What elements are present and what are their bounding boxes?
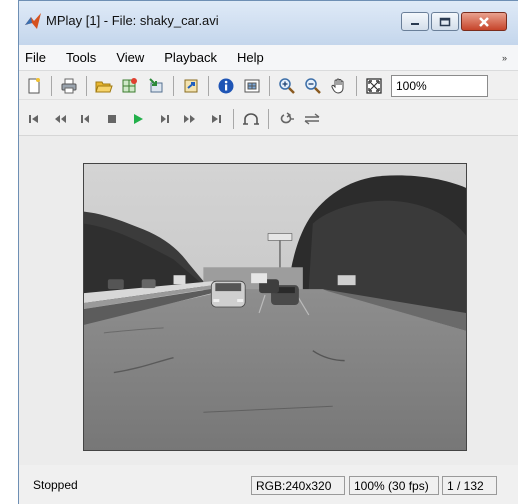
go-to-last-button[interactable] (205, 108, 227, 130)
menu-playback[interactable]: Playback (164, 50, 217, 65)
color-info-cell: RGB:240x320 (251, 476, 345, 495)
printer-icon (61, 78, 77, 93)
export-button[interactable] (180, 75, 202, 97)
last-frame-icon (212, 115, 221, 123)
status-bar: Stopped RGB:240x320 100% (30 fps) 1 / 13… (19, 473, 518, 497)
print-button[interactable] (58, 75, 80, 97)
go-to-first-button[interactable] (23, 108, 45, 130)
frame-rate-cell: 100% (30 fps) (349, 476, 439, 495)
toolbar-separator (268, 109, 269, 129)
connect-simulink-button[interactable] (119, 75, 141, 97)
open-folder-icon (95, 81, 113, 92)
close-icon (479, 16, 489, 27)
toolbar-separator (173, 75, 174, 96)
matlab-logo-icon (25, 13, 41, 29)
info-icon (218, 78, 234, 93)
import-icon (149, 77, 163, 92)
maintain-fit-button[interactable] (363, 75, 385, 97)
toolbar-separator (86, 75, 87, 96)
playback-toolbar (19, 105, 518, 133)
zoom-in-button[interactable] (276, 75, 298, 97)
jump-to-icon (243, 113, 259, 125)
menu-file[interactable]: File (25, 50, 46, 65)
playback-status: Stopped (33, 478, 78, 492)
menu-tools[interactable]: Tools (66, 50, 96, 65)
maximize-button[interactable] (431, 12, 459, 31)
pixel-region-icon (244, 79, 260, 92)
step-forward-button[interactable] (153, 108, 175, 130)
play-button[interactable] (127, 108, 149, 130)
new-button[interactable] (23, 75, 45, 97)
play-icon (134, 114, 143, 124)
video-frame[interactable] (83, 163, 467, 451)
import-button[interactable] (145, 75, 167, 97)
minimize-icon (411, 22, 419, 25)
autoreverse-icon (304, 113, 320, 125)
video-info-button[interactable] (215, 75, 237, 97)
fast-forward-icon (184, 115, 195, 123)
video-panel (19, 135, 518, 465)
stop-button[interactable] (101, 108, 123, 130)
menu-overflow-arrow[interactable]: » (502, 53, 507, 63)
fast-forward-button[interactable] (179, 108, 201, 130)
signal-grid-icon (122, 77, 137, 92)
minimize-button[interactable] (401, 12, 429, 31)
loop-button[interactable] (275, 108, 297, 130)
step-forward-icon (161, 115, 169, 123)
stop-icon (108, 115, 116, 123)
rewind-icon (55, 115, 66, 123)
export-icon (184, 79, 198, 92)
hand-icon (331, 78, 344, 94)
zoom-level-field[interactable]: 100% (391, 74, 488, 97)
zoom-out-button[interactable] (302, 75, 324, 97)
step-back-button[interactable] (75, 108, 97, 130)
fit-to-window-icon (366, 77, 382, 94)
close-button[interactable] (461, 12, 507, 31)
first-frame-icon (29, 115, 38, 123)
menu-bar: File Tools View Playback Help » (19, 45, 518, 71)
toolbar-separator (51, 75, 52, 96)
zoom-in-icon (279, 77, 295, 94)
window-title: MPlay [1] - File: shaky_car.avi (46, 13, 219, 28)
toolbar-separator (356, 75, 357, 96)
toolbar-separator (269, 75, 270, 96)
loop-icon (280, 112, 294, 124)
pixel-region-button[interactable] (241, 75, 263, 97)
jump-to-button[interactable] (240, 108, 262, 130)
main-toolbar: 100% (19, 72, 518, 100)
menu-view[interactable]: View (116, 50, 144, 65)
open-button[interactable] (93, 75, 115, 97)
rewind-button[interactable] (49, 108, 71, 130)
step-back-icon (81, 115, 89, 123)
toolbar-separator (208, 75, 209, 96)
frame-counter-cell: 1 / 132 (442, 476, 497, 495)
new-file-icon (28, 77, 40, 93)
mplay-window: MPlay [1] - File: shaky_car.avi File Too… (18, 0, 518, 504)
autoreverse-button[interactable] (301, 108, 323, 130)
title-bar[interactable]: MPlay [1] - File: shaky_car.avi (19, 1, 518, 45)
toolbar-separator (233, 109, 234, 129)
menu-help[interactable]: Help (237, 50, 264, 65)
zoom-out-icon (305, 77, 321, 94)
maximize-icon (439, 17, 451, 26)
pan-button[interactable] (328, 75, 350, 97)
